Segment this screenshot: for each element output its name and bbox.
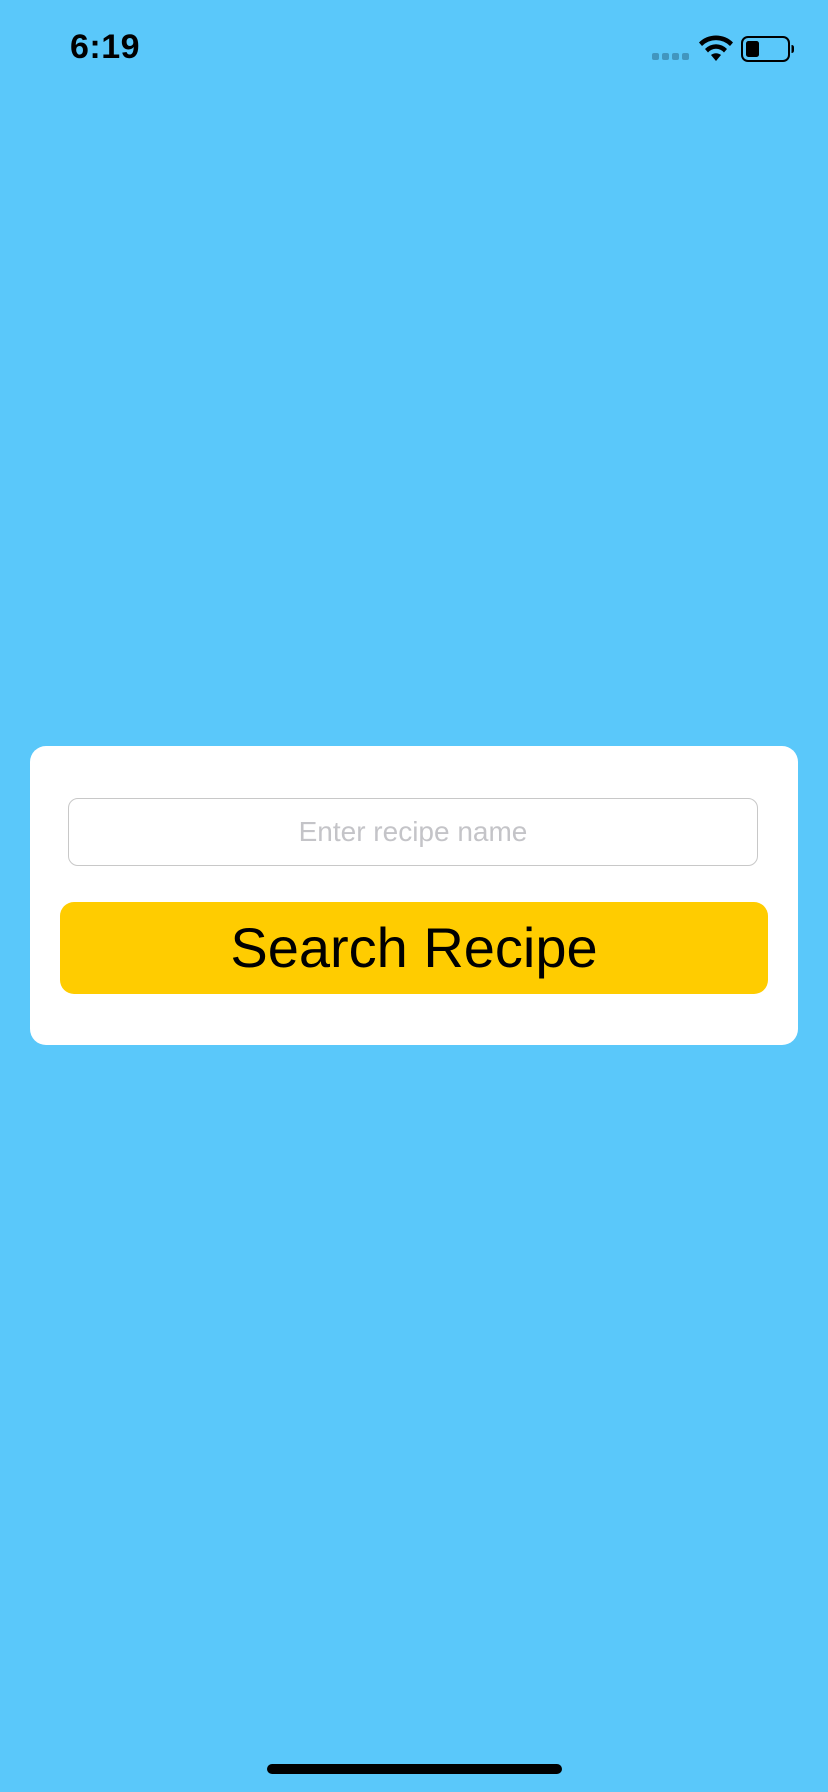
search-card: Search Recipe (30, 746, 798, 1045)
cellular-signal-icon (652, 53, 690, 61)
status-time: 6:19 (70, 28, 141, 66)
search-recipe-button[interactable]: Search Recipe (60, 902, 768, 994)
status-bar: 6:19 (0, 0, 828, 100)
home-indicator[interactable] (267, 1764, 562, 1774)
wifi-icon (699, 35, 733, 61)
battery-icon (741, 36, 794, 62)
recipe-name-input[interactable] (68, 798, 758, 866)
